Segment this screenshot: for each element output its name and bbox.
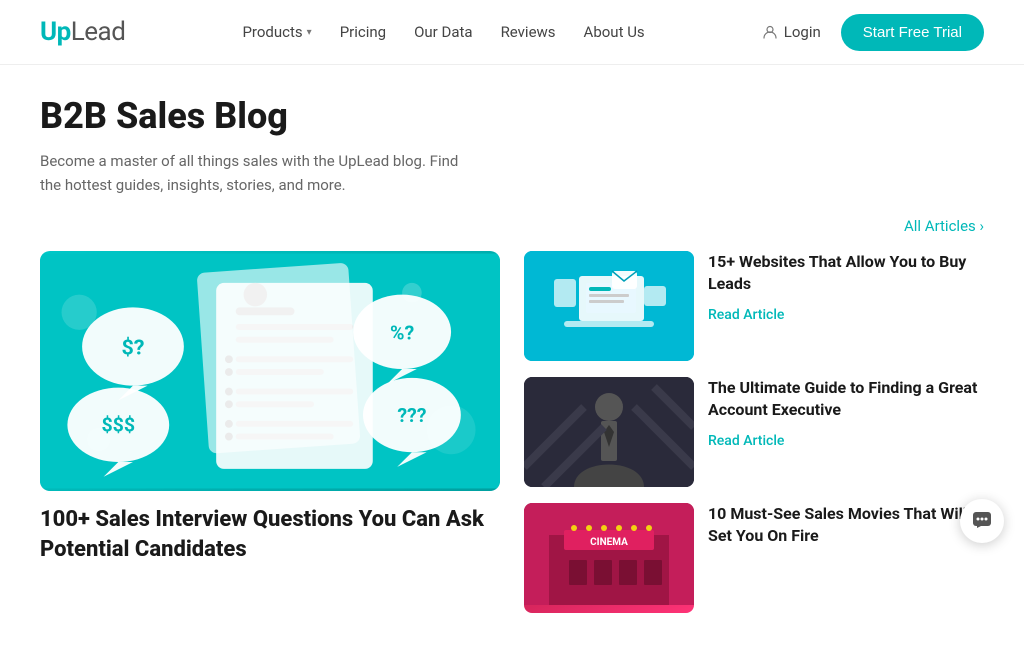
article-info-2: The Ultimate Guide to Finding a Great Ac… [708,377,984,449]
login-link[interactable]: Login [762,23,821,41]
article-info-1: 15+ Websites That Allow You to Buy Leads… [708,251,984,323]
main-nav: Products ▾ Pricing Our Data Reviews Abou… [242,23,644,41]
user-icon [762,24,778,40]
nav-our-data[interactable]: Our Data [414,23,472,41]
article-3-illustration: CINEMA [524,503,694,605]
featured-article: $? $$$ %? ??? 100+ Sales Interview Quest… [40,251,500,637]
start-free-trial-button[interactable]: Start Free Trial [841,14,984,51]
article-title-1: 15+ Websites That Allow You to Buy Leads [708,251,984,296]
content-grid: $? $$$ %? ??? 100+ Sales Interview Quest… [40,251,984,637]
nav-about-us[interactable]: About Us [584,23,645,41]
all-articles-link[interactable]: All Articles › [904,217,984,235]
article-title-3: 10 Must-See Sales Movies That Will Set Y… [708,503,984,548]
nav-reviews-label: Reviews [501,23,556,41]
svg-text:???: ??? [397,404,426,427]
svg-text:$?: $? [121,335,144,360]
featured-illustration: $? $$$ %? ??? [40,251,500,491]
article-thumb-1 [524,251,694,361]
article-1-illustration [524,251,694,361]
read-article-link-1[interactable]: Read Article [708,307,784,323]
nav-products[interactable]: Products ▾ [242,23,311,41]
blog-header: B2B Sales Blog Become a master of all th… [40,95,984,197]
chevron-down-icon: ▾ [307,27,312,38]
logo-part1: Up [40,17,71,47]
nav-products-label: Products [242,23,302,41]
all-articles-row: All Articles › [40,217,984,235]
article-image-1 [524,251,694,361]
featured-article-title[interactable]: 100+ Sales Interview Questions You Can A… [40,505,500,564]
article-image-2 [524,377,694,487]
login-label: Login [784,23,821,41]
article-title-2: The Ultimate Guide to Finding a Great Ac… [708,377,984,422]
logo[interactable]: UpLead [40,17,125,47]
nav-about-us-label: About Us [584,23,645,41]
svg-text:%?: %? [390,322,414,345]
svg-text:CINEMA: CINEMA [590,537,628,548]
nav-pricing-label: Pricing [340,23,386,41]
article-thumb-3: CINEMA [524,503,694,613]
header: UpLead Products ▾ Pricing Our Data Revie… [0,0,1024,65]
featured-image: $? $$$ %? ??? [40,251,500,491]
article-card-1: 15+ Websites That Allow You to Buy Leads… [524,251,984,361]
article-card-2: The Ultimate Guide to Finding a Great Ac… [524,377,984,487]
article-thumb-2 [524,377,694,487]
all-articles-label: All Articles › [904,217,984,235]
logo-part2: Lead [71,17,126,47]
right-articles: 15+ Websites That Allow You to Buy Leads… [524,251,984,613]
article-info-3: 10 Must-See Sales Movies That Will Set Y… [708,503,984,556]
read-article-link-2[interactable]: Read Article [708,433,784,449]
article-card-3: CINEMA [524,503,984,613]
blog-title: B2B Sales Blog [40,95,984,137]
main-content: B2B Sales Blog Become a master of all th… [0,65,1024,657]
article-2-illustration [524,377,694,487]
chat-bubble-button[interactable] [960,499,1004,543]
blog-subtitle: Become a master of all things sales with… [40,149,460,197]
chat-icon [971,510,993,532]
header-right: Login Start Free Trial [762,14,984,51]
article-image-3: CINEMA [524,503,694,613]
nav-our-data-label: Our Data [414,23,472,41]
nav-pricing[interactable]: Pricing [340,23,386,41]
svg-text:$$$: $$$ [101,414,135,437]
nav-reviews[interactable]: Reviews [501,23,556,41]
